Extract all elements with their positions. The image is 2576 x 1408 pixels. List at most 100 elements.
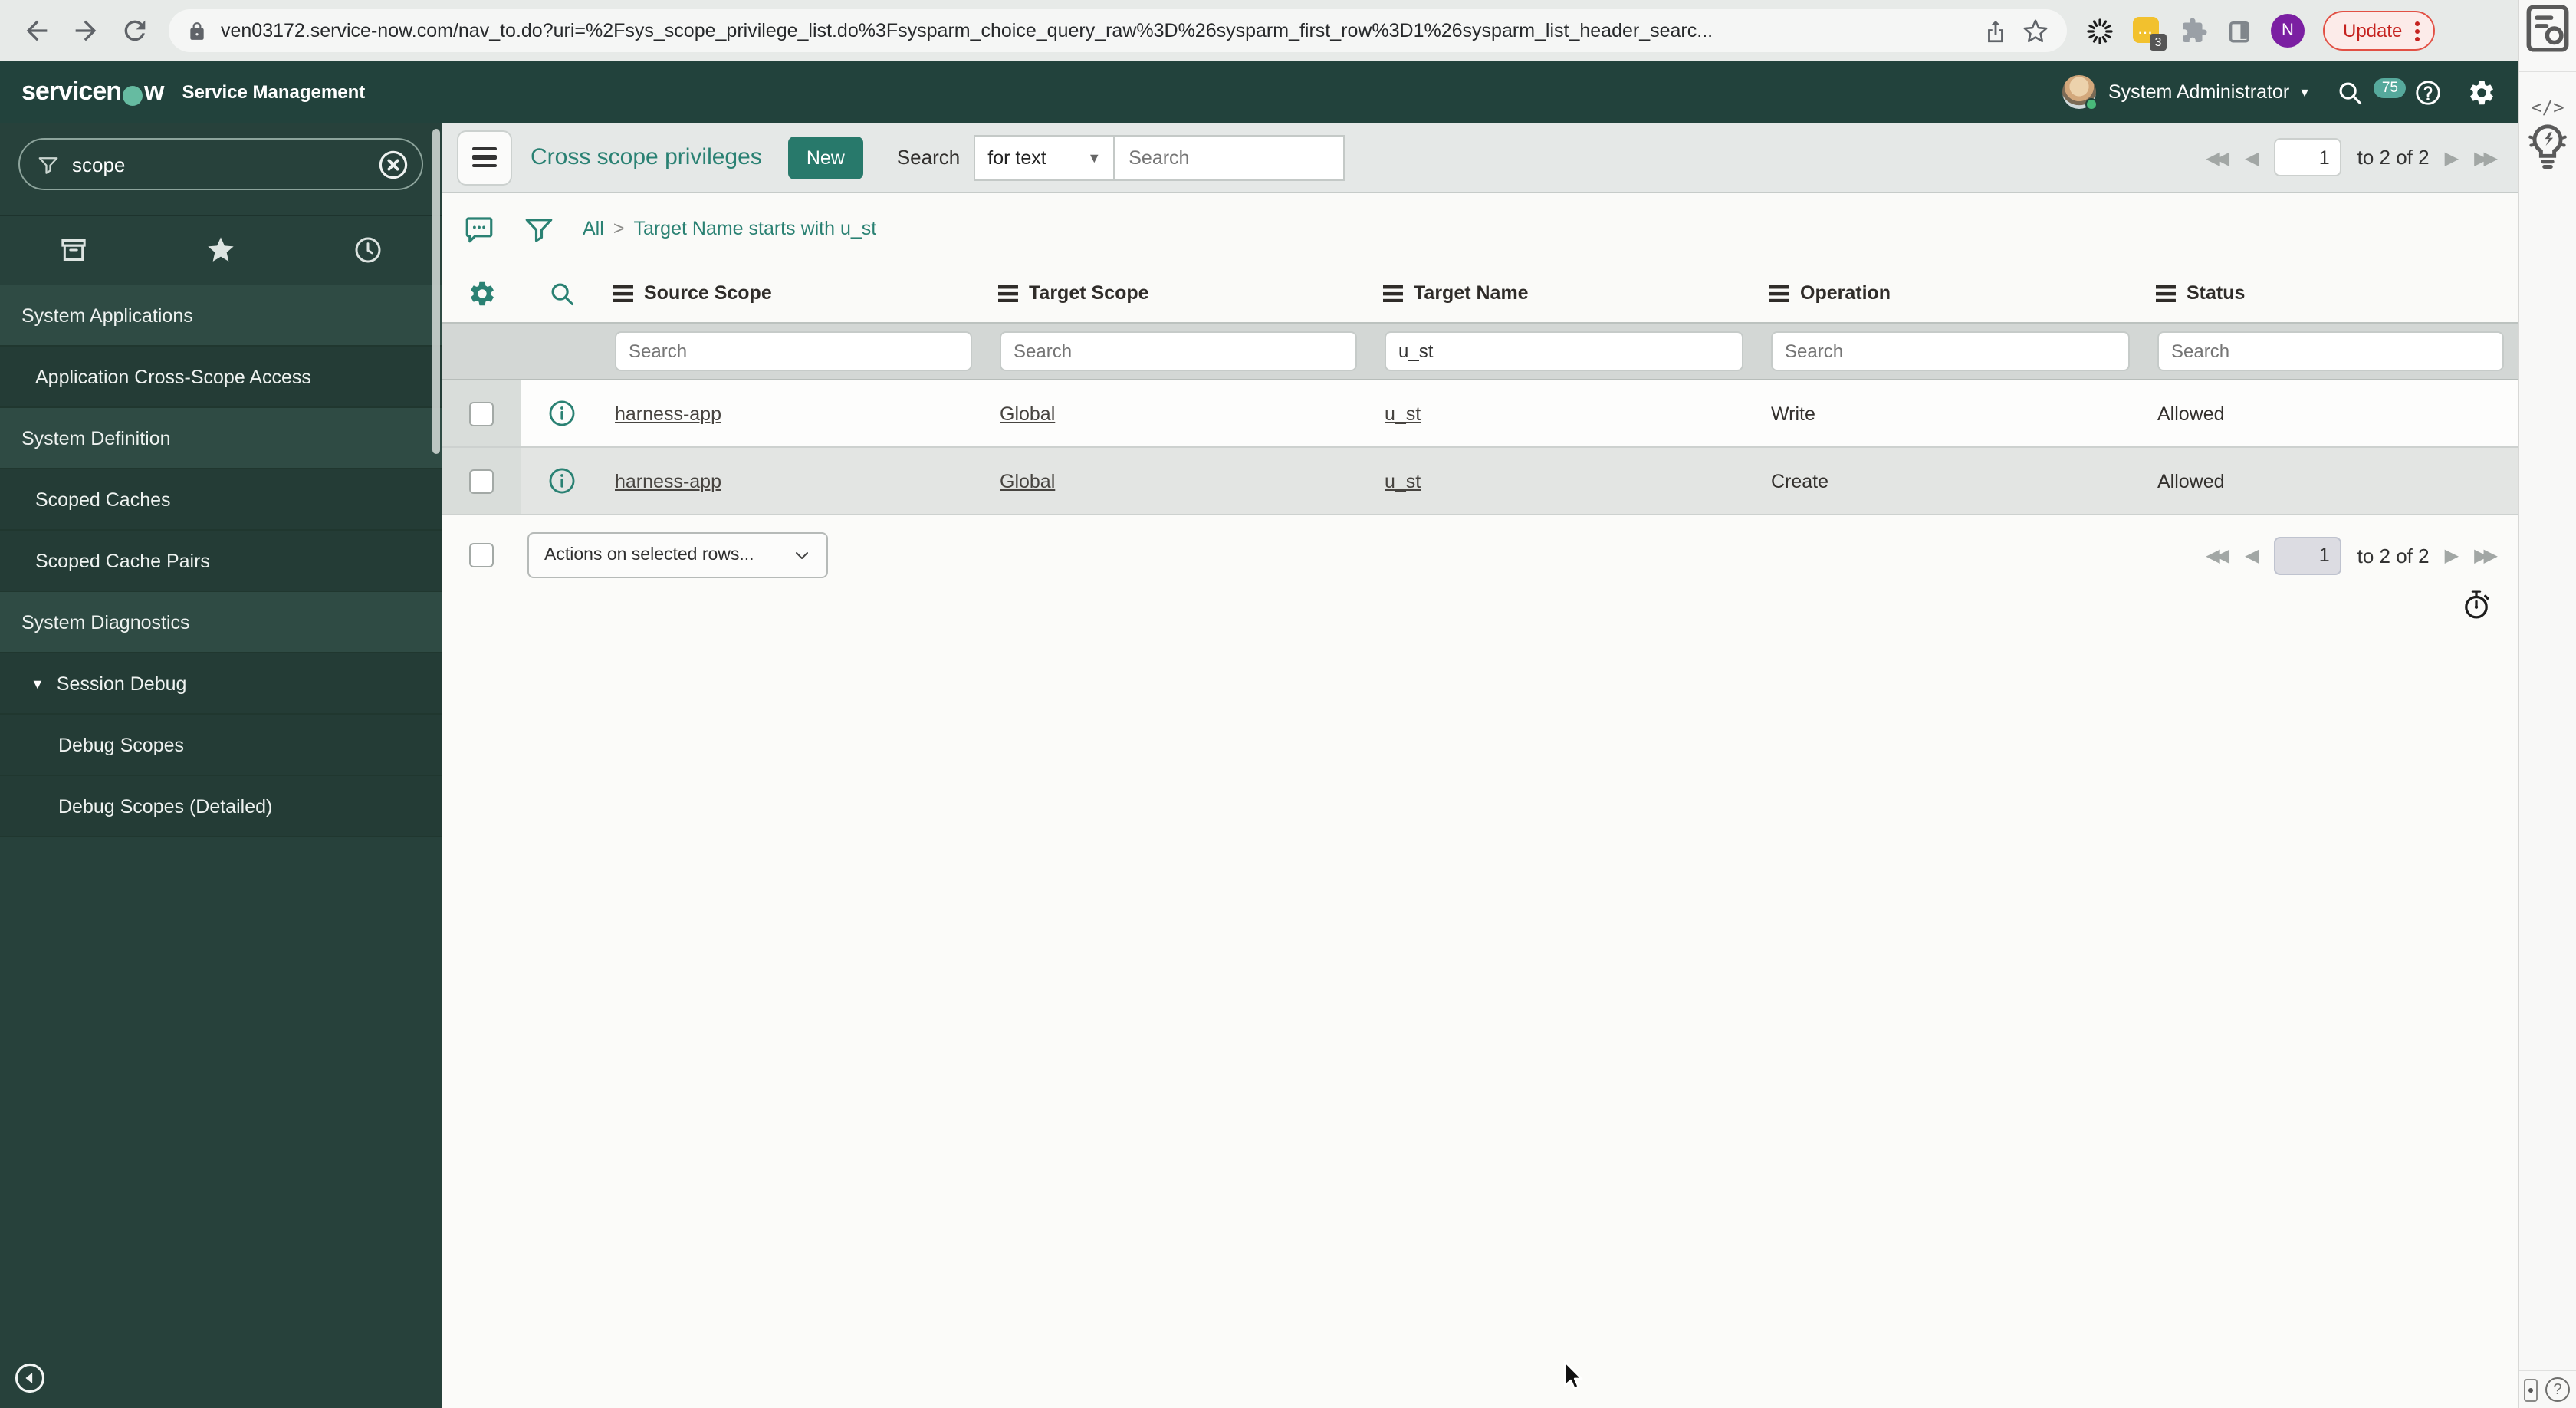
filter-input-target-name[interactable]	[1385, 331, 1743, 371]
idea-lightbulb-icon[interactable]	[2519, 118, 2576, 175]
record-preview-info-icon[interactable]	[547, 399, 576, 428]
tab-history[interactable]	[294, 234, 442, 265]
filter-funnel-icon	[37, 153, 60, 176]
breadcrumb-all-link[interactable]: All	[583, 218, 604, 239]
list-search-input[interactable]	[1115, 134, 1346, 180]
gear-icon[interactable]	[2467, 77, 2496, 107]
extension-icon[interactable]: ... 3	[2133, 16, 2167, 50]
cell-target-scope-link[interactable]: Global	[986, 470, 1055, 492]
rail-help-icon[interactable]: ?	[2545, 1377, 2570, 1402]
column-header-target-name[interactable]: Target Name	[1371, 282, 1757, 304]
new-button[interactable]: New	[787, 136, 863, 179]
navigator-filter-input[interactable]	[72, 153, 365, 176]
help-icon[interactable]	[2413, 77, 2443, 107]
logo-text-post: w	[144, 77, 164, 106]
navigator-filter[interactable]	[18, 138, 423, 190]
collapse-sidebar-button[interactable]	[14, 1362, 46, 1394]
next-page-button[interactable]: ▶	[2445, 146, 2459, 168]
expanded-caret-icon[interactable]: ▼	[31, 676, 44, 691]
sidebar-item-label: System Diagnostics	[21, 611, 190, 633]
cell-source-scope-link[interactable]: harness-app	[601, 403, 721, 424]
reading-list-panel-icon[interactable]	[2519, 0, 2576, 57]
list-chat-icon[interactable]	[463, 212, 495, 245]
sidebar-item-scoped-caches[interactable]: Scoped Caches	[0, 469, 442, 531]
filter-input-operation[interactable]	[1771, 331, 2130, 371]
first-page-button[interactable]: ◀◀	[2206, 146, 2229, 168]
sidebar-item-session-debug[interactable]: ▼ Session Debug	[0, 653, 442, 715]
forward-icon[interactable]	[71, 15, 101, 46]
rail-divider	[2519, 71, 2576, 72]
filter-input-target-scope[interactable]	[1000, 331, 1357, 371]
sidebar-item-scoped-cache-pairs[interactable]: Scoped Cache Pairs	[0, 531, 442, 592]
address-bar[interactable]: ven03172.service-now.com/nav_to.do?uri=%…	[169, 9, 2067, 52]
cell-target-name-link[interactable]: u_st	[1371, 403, 1421, 424]
column-menu-icon[interactable]	[1383, 285, 1403, 302]
browser-profile-avatar[interactable]: N	[2271, 14, 2305, 48]
previous-page-button[interactable]: ◀	[2245, 544, 2259, 566]
first-page-button[interactable]: ◀◀	[2206, 544, 2229, 566]
share-icon[interactable]	[1983, 18, 2009, 44]
sidebar-scrollbar[interactable]	[432, 129, 440, 454]
code-panel-icon[interactable]: </>	[2519, 97, 2576, 118]
sidebar-item-application-cross-scope-access[interactable]: Application Cross-Scope Access	[0, 347, 442, 408]
row-checkbox[interactable]	[469, 401, 494, 426]
response-time-stopwatch-icon[interactable]	[2459, 587, 2493, 621]
breadcrumb-current-filter-link[interactable]: Target Name starts with u_st	[633, 218, 876, 239]
cell-target-scope-link[interactable]: Global	[986, 403, 1055, 424]
actions-on-selected-rows-select[interactable]: Actions on selected rows...	[527, 532, 828, 578]
favorites-star-icon	[205, 234, 236, 265]
sidebar-item-label: Application Cross-Scope Access	[35, 366, 311, 387]
last-page-button[interactable]: ▶▶	[2474, 544, 2498, 566]
filter-input-status[interactable]	[2157, 331, 2504, 371]
reload-icon[interactable]	[120, 15, 150, 46]
row-checkbox[interactable]	[469, 469, 494, 493]
cell-status: Allowed	[2157, 470, 2225, 492]
extension-badge: 3	[2150, 33, 2167, 50]
column-header-operation[interactable]: Operation	[1757, 282, 2144, 304]
column-menu-icon[interactable]	[998, 285, 1018, 302]
page-title[interactable]: Cross scope privileges	[531, 144, 762, 170]
tab-favorites[interactable]	[147, 234, 294, 265]
user-menu[interactable]: System Administrator ▼	[2062, 75, 2311, 110]
page-number-input[interactable]	[2274, 138, 2342, 176]
sidebar-item-system-diagnostics[interactable]: System Diagnostics	[0, 592, 442, 653]
column-search-toggle-icon[interactable]	[547, 278, 576, 308]
previous-page-button[interactable]: ◀	[2245, 146, 2259, 168]
column-menu-icon[interactable]	[613, 285, 633, 302]
column-header-source-scope[interactable]: Source Scope	[601, 282, 986, 304]
page-number-input[interactable]	[2274, 536, 2342, 574]
cell-target-name-link[interactable]: u_st	[1371, 470, 1421, 492]
next-page-button[interactable]: ▶	[2445, 544, 2459, 566]
column-header-status[interactable]: Status	[2144, 282, 2518, 304]
select-all-checkbox[interactable]	[469, 543, 494, 567]
side-panel-icon[interactable]	[2226, 18, 2252, 44]
browser-update-button[interactable]: Update	[2323, 11, 2435, 51]
sidebar-item-system-applications[interactable]: System Applications	[0, 285, 442, 347]
record-preview-info-icon[interactable]	[547, 466, 576, 495]
sidebar-item-label: System Applications	[21, 304, 193, 326]
clear-filter-icon[interactable]	[377, 148, 409, 180]
sidebar-item-label: System Definition	[21, 427, 171, 449]
tab-all-applications[interactable]	[0, 234, 147, 265]
column-menu-icon[interactable]	[1769, 285, 1789, 302]
cell-source-scope-link[interactable]: harness-app	[601, 470, 721, 492]
sidebar-item-debug-scopes-detailed[interactable]: Debug Scopes (Detailed)	[0, 776, 442, 837]
filter-input-source-scope[interactable]	[615, 331, 972, 371]
sidebar-item-debug-scopes[interactable]: Debug Scopes	[0, 715, 442, 776]
sidebar-item-system-definition[interactable]: System Definition	[0, 408, 442, 469]
back-icon[interactable]	[21, 15, 52, 46]
resize-grip[interactable]	[2524, 1378, 2538, 1401]
personalize-list-gear-icon[interactable]	[467, 278, 496, 308]
bookmark-star-icon[interactable]	[2022, 18, 2049, 44]
list-context-menu-button[interactable]	[457, 130, 512, 185]
column-header-target-scope[interactable]: Target Scope	[986, 282, 1371, 304]
right-rail: </> ?	[2518, 0, 2576, 1408]
column-menu-icon[interactable]	[2156, 285, 2176, 302]
filter-funnel-icon[interactable]	[523, 212, 555, 245]
last-page-button[interactable]: ▶▶	[2474, 146, 2498, 168]
global-search-icon[interactable]	[2335, 77, 2364, 107]
sidebar-item-label: Scoped Caches	[35, 489, 171, 510]
extensions-puzzle-icon[interactable]	[2180, 17, 2208, 44]
application-navigator: System Applications Application Cross-Sc…	[0, 123, 442, 1408]
search-type-select[interactable]: for text ▼	[974, 134, 1116, 180]
